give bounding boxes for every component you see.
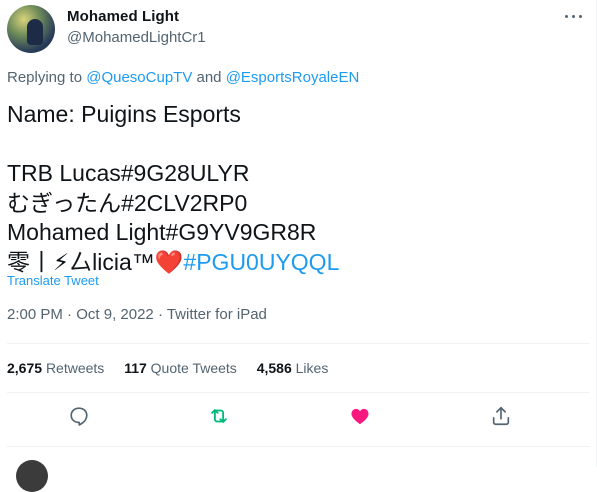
tweet-meta: 2:00 PM · Oct 9, 2022 · Twitter for iPad [7, 306, 267, 323]
tweet-text: Name: Puigins Esports TRB Lucas#9G28ULYR… [7, 100, 339, 277]
likes-stat[interactable]: 4,586 Likes [257, 360, 329, 376]
hashtag-link[interactable]: #PGU0UYQQL [183, 249, 339, 275]
tweet-line: むぎったん#2CLV2RP0 [7, 189, 248, 216]
tweet-line: Mohamed Light#G9YV9GR8R [7, 219, 317, 245]
quote-tweets-stat[interactable]: 117 Quote Tweets [124, 360, 237, 376]
action-bar [0, 395, 597, 435]
replying-joiner: and [192, 69, 226, 86]
tweet-date[interactable]: Oct 9, 2022 [76, 306, 154, 323]
translate-tweet-link[interactable]: Translate Tweet [7, 273, 99, 288]
quotes-label: Quote Tweets [150, 360, 237, 376]
tweet-stats: 2,675 Retweets 117 Quote Tweets 4,586 Li… [7, 360, 344, 376]
tweet-header: Mohamed Light @MohamedLightCr1 [7, 5, 590, 57]
meta-separator: · [153, 306, 167, 323]
divider [7, 343, 590, 344]
mention-quesocuptv[interactable]: @QuesoCupTV [86, 69, 192, 86]
likes-count: 4,586 [256, 360, 292, 376]
tweet-source[interactable]: Twitter for iPad [167, 306, 267, 323]
retweets-label: Retweets [45, 360, 105, 376]
avatar[interactable] [7, 5, 55, 53]
retweets-count: 2,675 [7, 360, 43, 376]
quotes-count: 117 [124, 360, 147, 376]
heart-emoji: ❤️ [154, 248, 184, 275]
tweet-line-prefix: 零丨⚡厶licia™ [7, 248, 155, 275]
replying-to: Replying to @QuesoCupTV and @EsportsRoya… [7, 69, 359, 86]
tweet-line: Name: Puigins Esports [7, 101, 241, 127]
tweet-time[interactable]: 2:00 PM [7, 306, 63, 323]
more-icon[interactable] [564, 7, 584, 27]
avatar[interactable] [16, 460, 48, 492]
like-icon[interactable] [349, 405, 371, 427]
reply-icon[interactable] [68, 405, 90, 427]
author-display-name[interactable]: Mohamed Light [67, 8, 179, 25]
author-handle[interactable]: @MohamedLightCr1 [67, 29, 206, 46]
divider [7, 446, 590, 447]
replying-prefix: Replying to [7, 69, 87, 86]
retweet-icon[interactable] [208, 405, 230, 427]
divider [7, 392, 590, 393]
mention-esportsroyaleen[interactable]: @EsportsRoyaleEN [226, 69, 360, 86]
retweets-stat[interactable]: 2,675 Retweets [7, 360, 104, 376]
tweet-line: TRB Lucas#9G28ULYR [7, 160, 250, 186]
likes-label: Likes [295, 360, 329, 376]
share-icon[interactable] [490, 405, 512, 427]
meta-separator: · [62, 306, 77, 323]
